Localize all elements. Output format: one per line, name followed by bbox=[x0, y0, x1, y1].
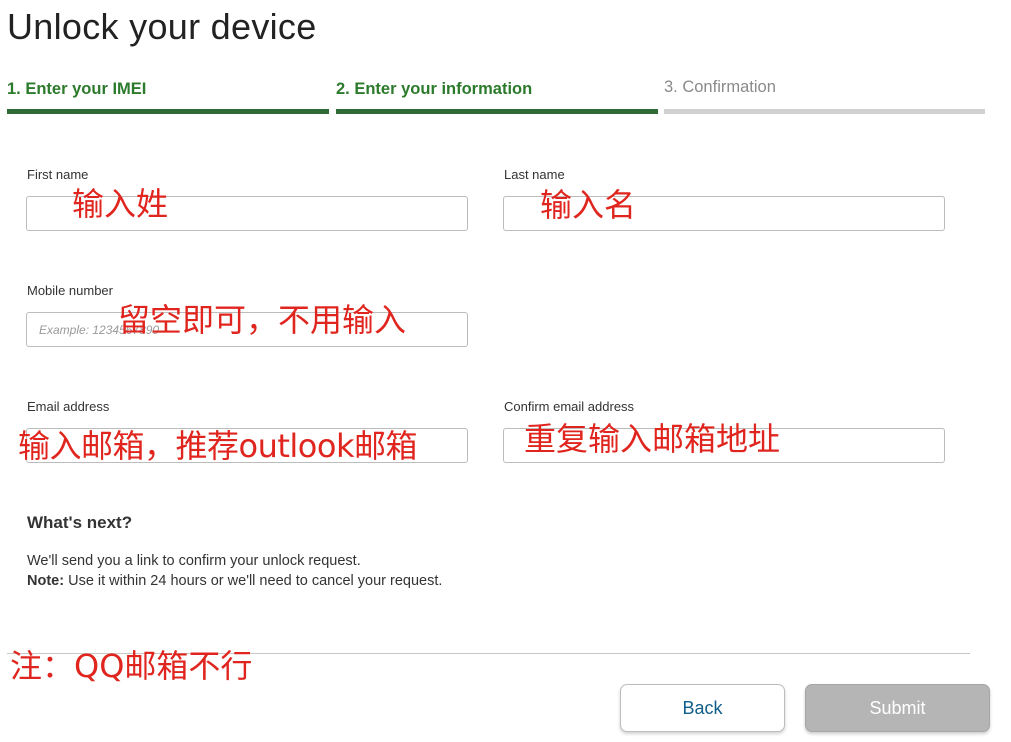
first-name-input[interactable] bbox=[26, 196, 468, 231]
mobile-number-input[interactable] bbox=[26, 312, 468, 347]
whats-next-text: We'll send you a link to confirm your un… bbox=[27, 553, 361, 569]
step-label: 1. Enter your IMEI bbox=[7, 80, 147, 98]
whats-next-heading: What's next? bbox=[27, 513, 133, 532]
step-enter-imei: 1. Enter your IMEI bbox=[7, 80, 329, 116]
confirm-email-label: Confirm email address bbox=[504, 399, 635, 414]
step-label: 2. Enter your information bbox=[336, 80, 533, 98]
divider bbox=[7, 653, 970, 654]
email-address-input[interactable] bbox=[26, 428, 468, 463]
submit-button[interactable]: Submit bbox=[805, 684, 990, 732]
confirm-email-input[interactable] bbox=[503, 428, 945, 463]
last-name-input[interactable] bbox=[503, 196, 945, 231]
whats-next-note: Note: Use it within 24 hours or we'll ne… bbox=[27, 573, 442, 589]
note-text: Use it within 24 hours or we'll need to … bbox=[64, 573, 443, 589]
note-label: Note: bbox=[27, 573, 65, 589]
step-enter-information: 2. Enter your information bbox=[336, 80, 658, 116]
step-label: 3. Confirmation bbox=[664, 78, 776, 96]
mobile-number-label: Mobile number bbox=[27, 283, 113, 298]
back-button[interactable]: Back bbox=[620, 684, 785, 732]
step-progress-bar bbox=[336, 109, 658, 114]
email-address-label: Email address bbox=[27, 399, 110, 414]
last-name-label: Last name bbox=[504, 167, 565, 182]
step-progress-bar bbox=[7, 109, 329, 114]
page-title: Unlock your device bbox=[7, 6, 317, 47]
first-name-label: First name bbox=[27, 167, 89, 182]
step-confirmation: 3. Confirmation bbox=[664, 78, 985, 116]
step-progress-bar bbox=[664, 109, 985, 114]
annotation-qq-mail: 注：QQ邮箱不行 bbox=[10, 647, 253, 685]
